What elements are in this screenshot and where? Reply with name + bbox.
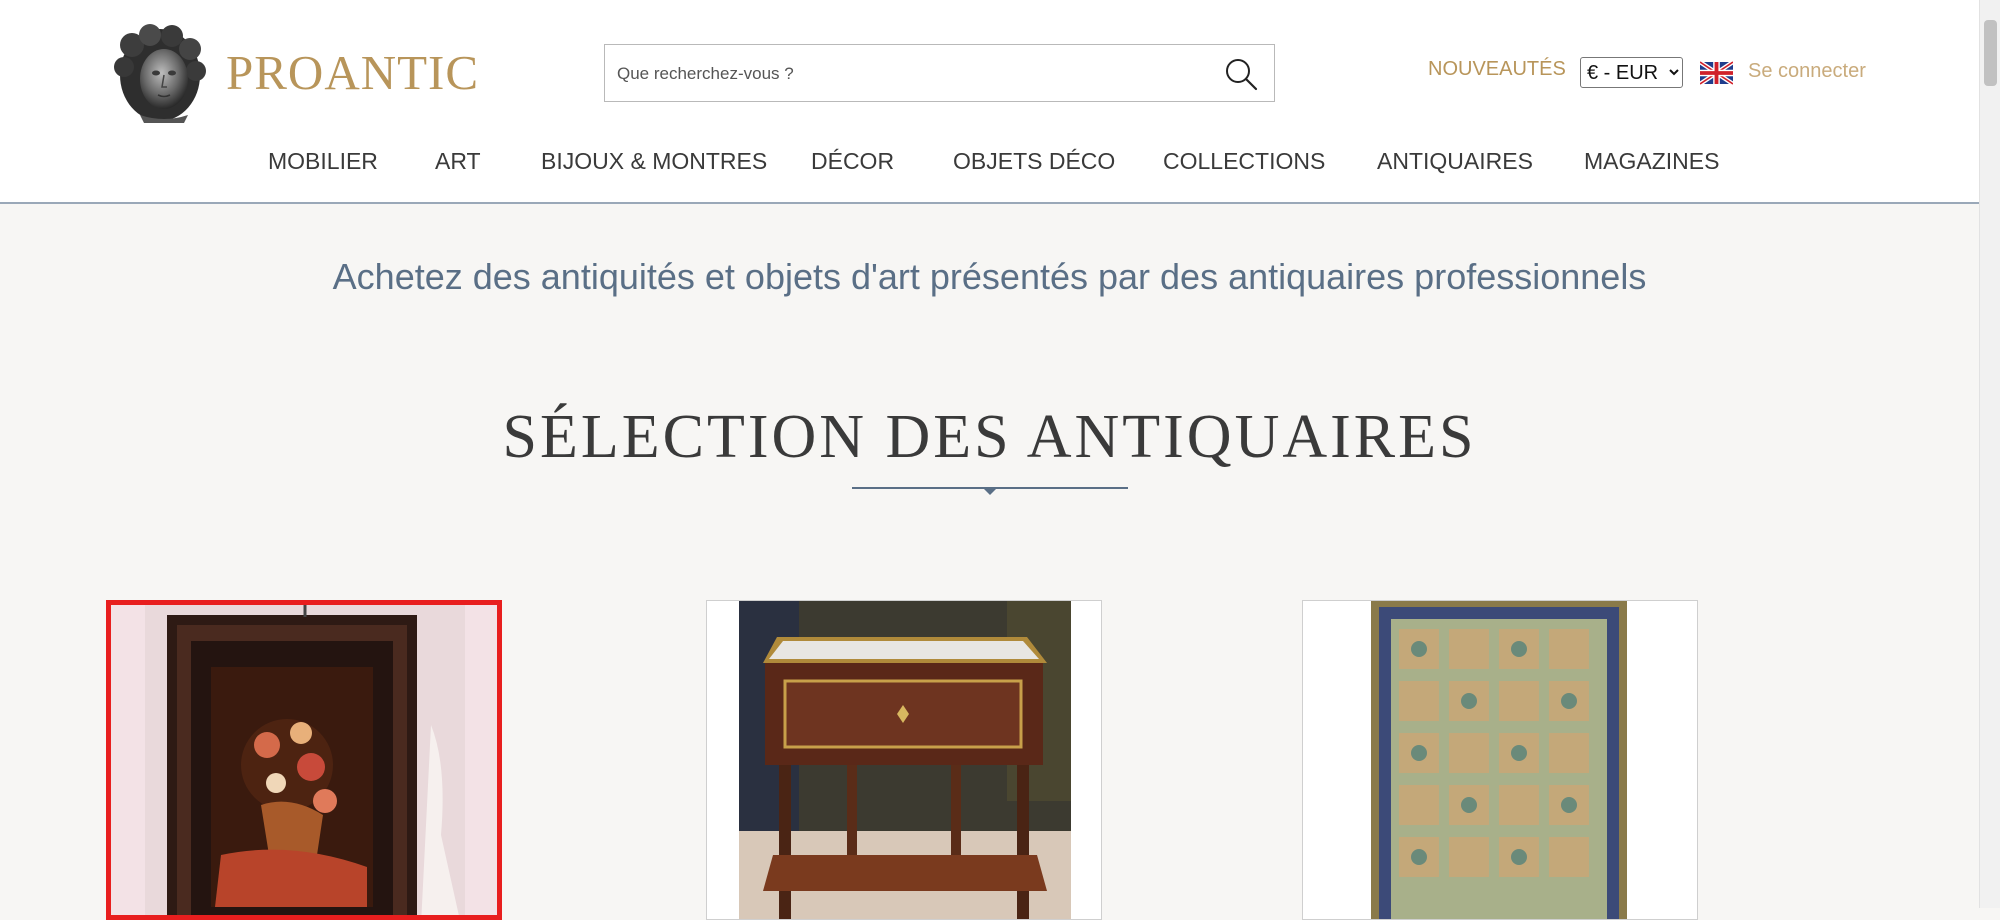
uk-flag-icon[interactable] xyxy=(1700,61,1733,85)
search-bar xyxy=(604,44,1275,103)
product-card-side-table[interactable] xyxy=(706,600,1102,920)
product-card-rug[interactable] xyxy=(1302,600,1698,920)
search-input[interactable] xyxy=(615,45,1219,103)
tagline: Achetez des antiquités et objets d'art p… xyxy=(332,256,1647,297)
nav-item-antiquaires[interactable]: ANTIQUAIRES xyxy=(1377,148,1533,175)
sculpted-head-logo-icon xyxy=(114,23,206,123)
scrollbar[interactable] xyxy=(1979,0,2000,908)
nav-item-art[interactable]: ART xyxy=(435,148,481,175)
nav-item-decor[interactable]: DÉCOR xyxy=(811,148,894,175)
currency-select[interactable]: € - EUR xyxy=(1580,57,1683,88)
nav-item-mobilier[interactable]: MOBILIER xyxy=(268,148,378,175)
nouveautes-link[interactable]: NOUVEAUTÉS xyxy=(1428,58,1566,81)
nav-item-magazines[interactable]: MAGAZINES xyxy=(1584,148,1719,175)
page: PROANTIC NOUVEAUTÉS € - EUR Se connecter… xyxy=(0,0,2000,920)
painting-image xyxy=(111,605,497,915)
brand-logo[interactable]: PROANTIC xyxy=(110,20,479,125)
site-header: PROANTIC NOUVEAUTÉS € - EUR Se connecter… xyxy=(0,0,1979,204)
rug-image xyxy=(1303,601,1697,919)
scrollbar-thumb[interactable] xyxy=(1984,20,1997,86)
section-title: SÉLECTION DES ANTIQUAIRES xyxy=(502,403,1477,471)
title-divider xyxy=(852,487,1128,495)
brand-name: PROANTIC xyxy=(226,45,480,100)
search-icon[interactable] xyxy=(1222,55,1260,93)
side-table-image xyxy=(707,601,1101,919)
nav-item-collections[interactable]: COLLECTIONS xyxy=(1163,148,1325,175)
nav-item-bijoux-montres[interactable]: BIJOUX & MONTRES xyxy=(541,148,767,175)
product-card-painting[interactable] xyxy=(106,600,502,920)
nav-item-objets-deco[interactable]: OBJETS DÉCO xyxy=(953,148,1115,175)
main-nav: MOBILIER ART BIJOUX & MONTRES DÉCOR OBJE… xyxy=(0,148,1979,178)
login-link[interactable]: Se connecter xyxy=(1748,60,1866,83)
